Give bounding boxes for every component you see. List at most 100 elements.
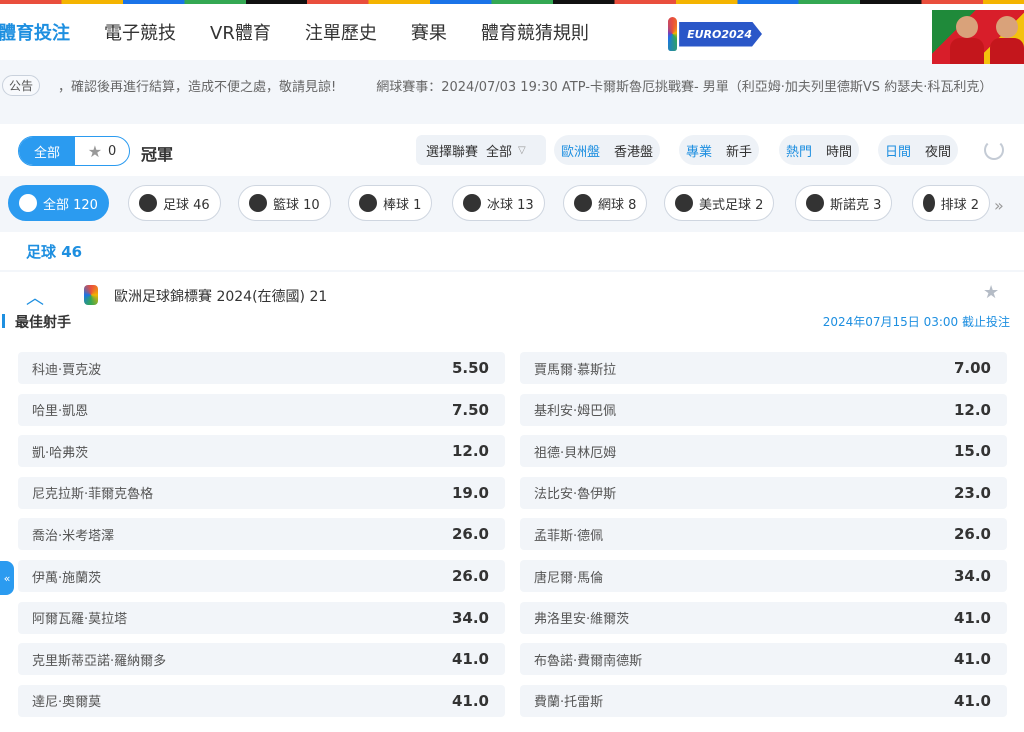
sport-chip-american-football[interactable]: 美式足球 2 [664,185,775,221]
odds-option[interactable]: 伊萬·施蘭茨 26.0 [18,560,505,592]
odds-option[interactable]: 克里斯蒂亞諾·羅納爾多 41.0 [18,643,505,676]
sport-chip-baseball[interactable]: 棒球 1 [348,185,433,221]
sport-chip-snooker[interactable]: 斯諾克 3 [795,185,893,221]
odds-price: 19.0 [451,483,489,502]
odds-player-name: 尼克拉斯·菲爾克魯格 [32,487,154,503]
sport-chip-soccer[interactable]: 足球 46 [128,185,221,221]
announcement-badge[interactable]: 公告 [2,74,41,96]
market-header: 最佳射手 2024年07月15日 03:00 截止投注 [0,310,1024,332]
announcement-text-2: 網球賽事：2024/07/03 19:30 ATP-卡爾斯魯厄挑戰賽- 男單（利… [376,79,993,95]
sport-chip-volleyball[interactable]: 排球 2 [912,185,990,221]
odds-price: 23.0 [953,483,991,502]
star-icon: ★ [87,141,103,161]
odds-price: 41.0 [451,650,489,669]
player-head-icon [956,16,978,38]
nav-rules[interactable]: 體育競猜規則 [481,19,589,45]
odds-price: 41.0 [953,608,991,627]
odds-option[interactable]: 布魯諾·費爾南德斯 41.0 [520,643,1007,676]
odds-option[interactable]: 哈里·凱恩 7.50 [18,393,505,426]
euro2024-label: EURO2024 [679,21,762,47]
all-button[interactable]: 全部 [19,137,75,165]
sport-chip-label: 棒球 1 [383,197,422,213]
odds-player-name: 布魯諾·費爾南德斯 [534,653,643,669]
snooker-icon [806,194,824,212]
sort-popular[interactable]: 熱門 [779,141,819,160]
odds-player-name: 科迪·賈克波 [32,362,102,378]
odds-option[interactable]: 祖德·貝林厄姆 15.0 [520,435,1007,468]
odds-type-toggle: 歐洲盤 香港盤 [554,135,661,165]
odds-option[interactable]: 達尼·奧爾莫 41.0 [18,684,505,717]
star-icon[interactable]: ★ [983,282,999,303]
odds-price: 15.0 [953,442,991,461]
american-football-icon [675,194,693,212]
league-name: 歐洲足球錦標賽 2024(在德國) 21 [114,289,328,305]
sport-chip-label: 冰球 13 [487,197,534,213]
odds-option[interactable]: 基利安·姆巴佩 12.0 [520,393,1007,426]
champion-label: 冠軍 [141,145,174,164]
odds-price: 7.00 [953,359,991,377]
sort-toggle: 熱門 時間 [779,135,860,165]
sport-chip-label: 排球 2 [940,197,979,213]
odds-option[interactable]: 科迪·賈克波 5.50 [18,352,505,384]
odds-player-name: 阿爾瓦羅·莫拉塔 [32,612,128,628]
odds-option[interactable]: 費蘭·托雷斯 41.0 [520,684,1007,717]
betting-deadline: 2024年07月15日 03:00 截止投注 [822,315,1010,329]
basketball-icon [249,194,267,212]
chevron-down-icon: ▽ [518,144,526,156]
grid-icon [19,194,37,212]
sport-chip-label: 籃球 10 [273,197,320,213]
odds-option[interactable]: 尼克拉斯·菲爾克魯格 19.0 [18,476,505,509]
odds-option[interactable]: 唐尼爾·馬倫 34.0 [520,560,1007,592]
sport-chip-tennis[interactable]: 網球 8 [563,185,648,221]
section-title: 足球 46 [0,232,1024,270]
odds-option[interactable]: 喬治·米考塔澤 26.0 [18,518,505,551]
sport-chip-label: 全部 120 [43,197,98,213]
market-title: 最佳射手 [15,315,71,331]
day-night-toggle: 日間 夜間 [878,135,959,165]
league-select[interactable]: 選擇聯賽 全部 ▽ [416,135,546,165]
day-option[interactable]: 日間 [878,141,918,160]
sport-filter-bar: 全部 120 足球 46 籃球 10 棒球 1 冰球 13 網球 8 美式足球 … [0,176,1024,232]
soccer-ball-icon [139,194,157,212]
night-option[interactable]: 夜間 [918,141,958,160]
sport-chip-basketball[interactable]: 籃球 10 [238,185,331,221]
odds-option[interactable]: 凱·哈弗茨 12.0 [18,435,505,468]
side-expand-tab[interactable]: « [0,561,14,595]
euro2024-banner[interactable]: EURO2024 [668,16,762,52]
nav-sports-betting[interactable]: 體育投注 [0,19,70,45]
odds-price: 7.50 [451,400,489,419]
odds-price: 41.0 [451,691,489,710]
chevron-up-icon[interactable]: ︿ [26,284,44,310]
odds-option[interactable]: 阿爾瓦羅·莫拉塔 34.0 [18,601,505,634]
level-pro[interactable]: 專業 [679,141,719,160]
odds-player-name: 喬治·米考塔澤 [32,528,115,544]
nav-vr-sports[interactable]: VR體育 [210,19,271,45]
odds-player-name: 孟菲斯·德佩 [534,528,604,544]
announcement-bar: 公告 ，確認後再進行結算，造成不便之處，敬請見諒! 網球賽事：2024/07/0… [0,70,1024,100]
odds-option[interactable]: 弗洛里安·維爾茨 41.0 [520,601,1007,634]
sort-time[interactable]: 時間 [819,141,859,160]
league-select-value: 全部 [486,144,513,160]
players-promo-image[interactable] [932,10,1024,64]
level-beginner[interactable]: 新手 [719,141,759,160]
sport-chip-label: 足球 46 [163,197,210,213]
sport-chip-hockey[interactable]: 冰球 13 [452,185,545,221]
sport-chip-label: 斯諾克 3 [830,197,882,213]
odds-option[interactable]: 法比安·魯伊斯 23.0 [520,476,1007,509]
player-shirt-icon [990,38,1024,64]
odds-option[interactable]: 賈馬爾·慕斯拉 7.00 [520,352,1007,384]
odds-hongkong[interactable]: 香港盤 [607,141,660,160]
sport-chip-all[interactable]: 全部 120 [8,185,109,221]
odds-player-name: 基利安·姆巴佩 [534,404,617,420]
nav-esports[interactable]: 電子競技 [104,19,176,45]
odds-european[interactable]: 歐洲盤 [554,141,607,160]
league-header: ︿ 歐洲足球錦標賽 2024(在德國) 21 ★ [0,282,1024,310]
favorites-button[interactable]: ★ 0 [75,137,129,165]
odds-option[interactable]: 孟菲斯·德佩 26.0 [520,518,1007,551]
nav-results[interactable]: 賽果 [411,19,447,45]
level-toggle: 專業 新手 [679,135,760,165]
refresh-icon[interactable] [984,140,1004,160]
odds-price: 26.0 [451,567,489,585]
nav-bet-history[interactable]: 注單歷史 [305,19,377,45]
scroll-right-icon[interactable]: » [994,196,1004,215]
